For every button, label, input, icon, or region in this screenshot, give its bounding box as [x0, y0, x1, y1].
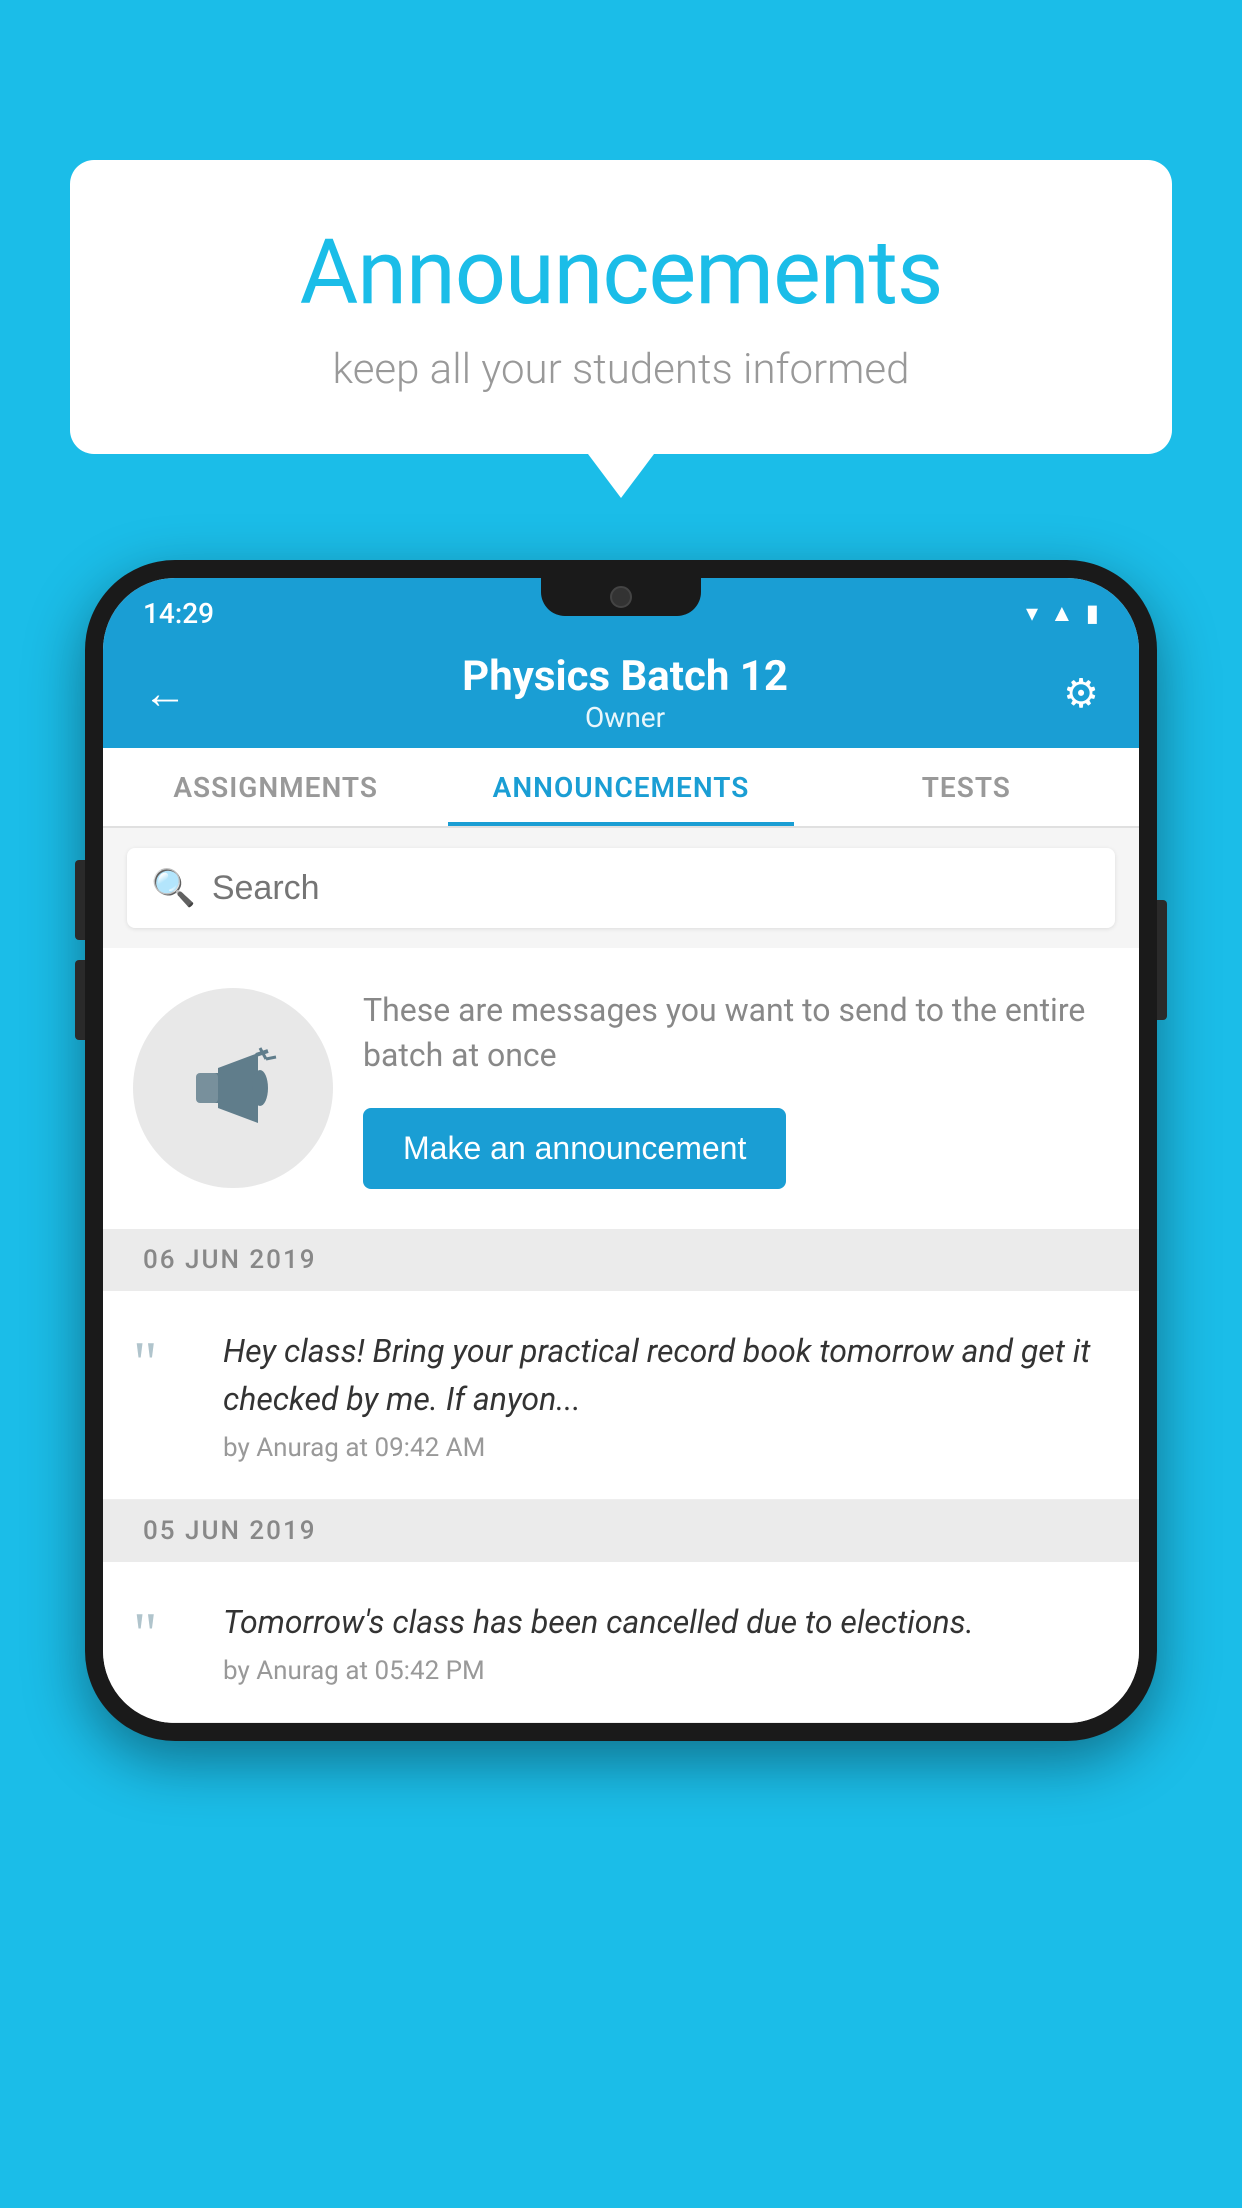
- announcement-text-2: Tomorrow's class has been cancelled due …: [223, 1598, 1109, 1686]
- batch-title: Physics Batch 12: [462, 652, 788, 701]
- announcement-item-1[interactable]: " Hey class! Bring your practical record…: [103, 1291, 1139, 1500]
- announcement-message-2: Tomorrow's class has been cancelled due …: [223, 1598, 1109, 1646]
- battery-icon: ▮: [1086, 599, 1099, 627]
- date-separator-1: 06 JUN 2019: [103, 1229, 1139, 1291]
- announcement-item-2[interactable]: " Tomorrow's class has been cancelled du…: [103, 1562, 1139, 1723]
- volume-up-button: [75, 860, 85, 940]
- back-button[interactable]: ←: [143, 667, 187, 719]
- app-bar: ← Physics Batch 12 Owner ⚙: [103, 638, 1139, 748]
- phone-body: 14:29 ▾ ▲ ▮ ← Physics Batch 12 Owner ⚙: [85, 560, 1157, 1741]
- tab-announcements[interactable]: ANNOUNCEMENTS: [448, 748, 793, 826]
- batch-role: Owner: [462, 701, 788, 734]
- page-title: Announcements: [110, 220, 1132, 325]
- announcement-text-1: Hey class! Bring your practical record b…: [223, 1327, 1109, 1463]
- announcement-message-1: Hey class! Bring your practical record b…: [223, 1327, 1109, 1423]
- announcement-meta-2: by Anurag at 05:42 PM: [223, 1656, 1109, 1686]
- phone-screen: 14:29 ▾ ▲ ▮ ← Physics Batch 12 Owner ⚙: [103, 578, 1139, 1723]
- power-button: [1157, 900, 1167, 1020]
- tab-bar: ASSIGNMENTS ANNOUNCEMENTS TESTS: [103, 748, 1139, 828]
- volume-down-button: [75, 960, 85, 1040]
- date-separator-2: 05 JUN 2019: [103, 1500, 1139, 1562]
- speech-bubble: Announcements keep all your students inf…: [70, 160, 1172, 454]
- search-input[interactable]: [212, 869, 1091, 908]
- promo-content: These are messages you want to send to t…: [363, 988, 1109, 1189]
- signal-icon: ▲: [1050, 599, 1074, 628]
- speech-bubble-section: Announcements keep all your students inf…: [70, 160, 1172, 454]
- phone-frame: 14:29 ▾ ▲ ▮ ← Physics Batch 12 Owner ⚙: [85, 560, 1157, 1741]
- announcement-promo: These are messages you want to send to t…: [103, 948, 1139, 1229]
- quote-icon-1: ": [133, 1333, 193, 1393]
- status-time: 14:29: [143, 597, 214, 630]
- make-announcement-button[interactable]: Make an announcement: [363, 1108, 786, 1189]
- announcement-meta-1: by Anurag at 09:42 AM: [223, 1433, 1109, 1463]
- tab-tests[interactable]: TESTS: [794, 748, 1139, 826]
- status-icons: ▾ ▲ ▮: [1026, 599, 1099, 628]
- camera: [610, 586, 632, 608]
- settings-icon[interactable]: ⚙: [1063, 670, 1099, 717]
- megaphone-icon: [188, 1043, 278, 1133]
- phone-notch: [541, 578, 701, 616]
- wifi-icon: ▾: [1026, 599, 1038, 627]
- app-bar-center: Physics Batch 12 Owner: [462, 652, 788, 734]
- search-bar[interactable]: 🔍: [127, 848, 1115, 928]
- promo-description: These are messages you want to send to t…: [363, 988, 1109, 1078]
- tab-assignments[interactable]: ASSIGNMENTS: [103, 748, 448, 826]
- promo-icon: [133, 988, 333, 1188]
- quote-icon-2: ": [133, 1604, 193, 1664]
- search-icon: 🔍: [151, 867, 196, 909]
- page-subtitle: keep all your students informed: [110, 345, 1132, 394]
